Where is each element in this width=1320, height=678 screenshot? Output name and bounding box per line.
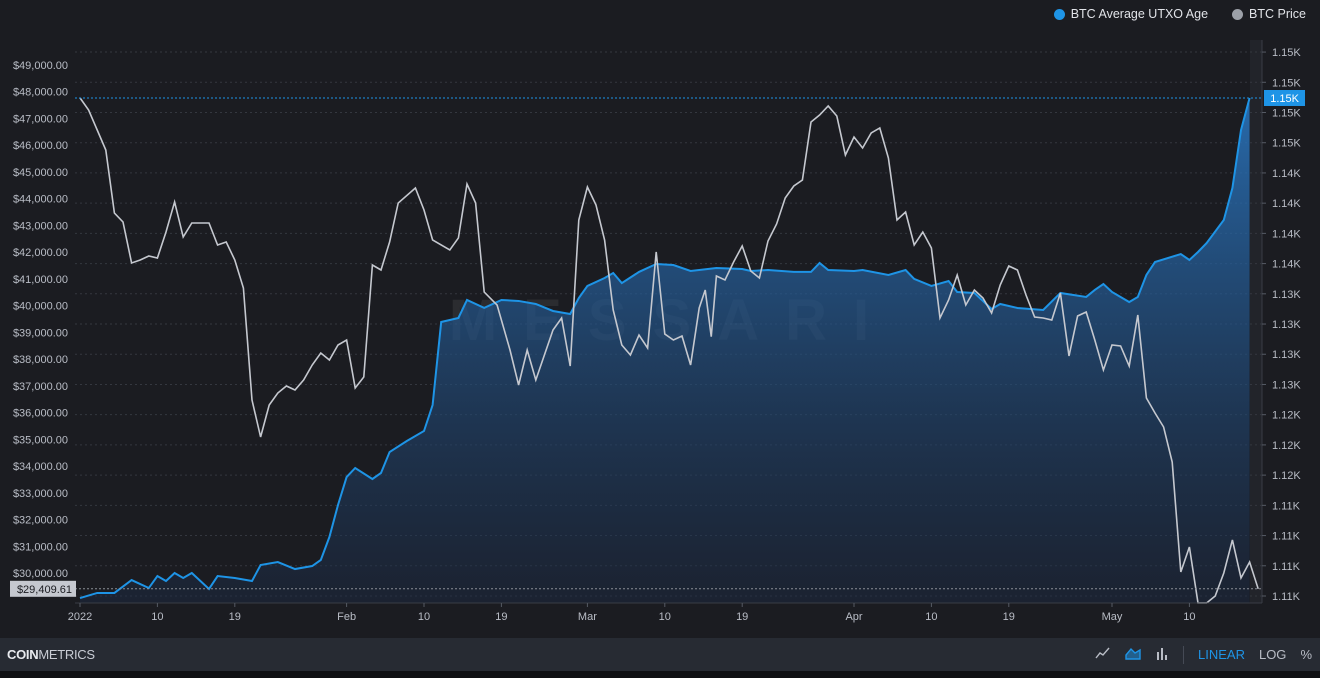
left-tick-label: $45,000.00 [13, 167, 68, 179]
left-tick-label: $41,000.00 [13, 274, 68, 286]
x-tick-label: May [1102, 611, 1123, 623]
right-tick-label: 1.14K [1272, 168, 1301, 180]
right-tick-label: 1.13K [1272, 319, 1301, 331]
left-tick-label: $46,000.00 [13, 140, 68, 152]
right-tick-label: 1.15K [1272, 107, 1301, 119]
left-tick-label: $49,000.00 [13, 60, 68, 72]
price-current-label: $29,409.61 [17, 584, 72, 596]
percent-scale-button[interactable]: % [1300, 647, 1312, 662]
utxo-age-legend-dot-icon [1053, 8, 1065, 20]
left-tick-label: $39,000.00 [13, 327, 68, 339]
area-chart-icon[interactable] [1125, 646, 1141, 663]
x-tick-label: Apr [845, 611, 862, 623]
right-tick-label: 1.11K [1272, 500, 1301, 512]
log-scale-button[interactable]: LOG [1259, 647, 1286, 662]
x-tick-label: 19 [229, 611, 241, 623]
left-tick-label: $30,000.00 [13, 568, 68, 580]
x-tick-label: 10 [1183, 611, 1195, 623]
x-tick-label: 10 [418, 611, 430, 623]
left-tick-label: $40,000.00 [13, 301, 68, 313]
legend-label: BTC Average UTXO Age [1070, 7, 1209, 21]
right-tick-label: 1.12K [1272, 470, 1301, 482]
right-tick-label: 1.12K [1272, 440, 1301, 452]
right-tick-label: 1.13K [1272, 379, 1301, 391]
left-tick-label: $47,000.00 [13, 113, 68, 125]
right-tick-label: 1.11K [1272, 591, 1301, 603]
legend-item-btc-price[interactable]: BTC Price [1232, 7, 1306, 21]
x-tick-label: 19 [495, 611, 507, 623]
legend-label: BTC Price [1249, 7, 1306, 21]
utxo-current-label: 1.15K [1270, 93, 1299, 105]
right-tick-label: 1.15K [1272, 77, 1301, 89]
left-tick-label: $32,000.00 [13, 515, 68, 527]
right-tick-label: 1.14K [1272, 198, 1301, 210]
btc-price-legend-dot-icon [1232, 8, 1244, 20]
left-tick-label: $36,000.00 [13, 408, 68, 420]
left-tick-label: $35,000.00 [13, 434, 68, 446]
toolbar-divider [1183, 645, 1184, 664]
latest-column-highlight [1250, 40, 1262, 603]
right-tick-label: 1.13K [1272, 349, 1301, 361]
right-tick-label: 1.11K [1272, 531, 1301, 543]
x-tick-label: 10 [659, 611, 671, 623]
chart: MESSARI $49,000.00$48,000.00$47,000.00$4… [0, 0, 1320, 638]
brand-light: METRICS [38, 647, 95, 662]
x-tick-label: Feb [337, 611, 356, 623]
right-tick-label: 1.13K [1272, 289, 1301, 301]
left-tick-label: $31,000.00 [13, 541, 68, 553]
left-tick-label: $42,000.00 [13, 247, 68, 259]
left-tick-label: $38,000.00 [13, 354, 68, 366]
x-tick-label: 10 [925, 611, 937, 623]
x-tick-label: 19 [736, 611, 748, 623]
x-tick-label: 19 [1003, 611, 1015, 623]
right-tick-label: 1.14K [1272, 228, 1301, 240]
linear-scale-button[interactable]: LINEAR [1198, 647, 1245, 662]
left-tick-label: $44,000.00 [13, 194, 68, 206]
left-tick-label: $37,000.00 [13, 381, 68, 393]
bar-chart-icon[interactable] [1155, 646, 1169, 663]
coinmetrics-logo: COINMETRICS [7, 647, 95, 662]
line-chart-icon[interactable] [1095, 646, 1111, 663]
x-tick-label: 10 [151, 611, 163, 623]
right-tick-label: 1.15K [1272, 47, 1301, 59]
right-tick-label: 1.11K [1272, 561, 1301, 573]
left-tick-label: $34,000.00 [13, 461, 68, 473]
legend: BTC Average UTXO Age BTC Price [1053, 7, 1306, 21]
bottom-strip [0, 671, 1320, 678]
right-tick-label: 1.15K [1272, 138, 1301, 150]
x-tick-label: 2022 [68, 611, 92, 623]
chart-footer-toolbar: COINMETRICS LINEAR LOG % [0, 638, 1320, 671]
right-tick-label: 1.12K [1272, 410, 1301, 422]
left-tick-label: $33,000.00 [13, 488, 68, 500]
x-tick-label: Mar [578, 611, 597, 623]
left-tick-label: $43,000.00 [13, 220, 68, 232]
legend-item-utxo-age[interactable]: BTC Average UTXO Age [1053, 7, 1209, 21]
left-tick-label: $48,000.00 [13, 87, 68, 99]
right-tick-label: 1.14K [1272, 259, 1301, 271]
brand-bold: COIN [7, 647, 39, 662]
